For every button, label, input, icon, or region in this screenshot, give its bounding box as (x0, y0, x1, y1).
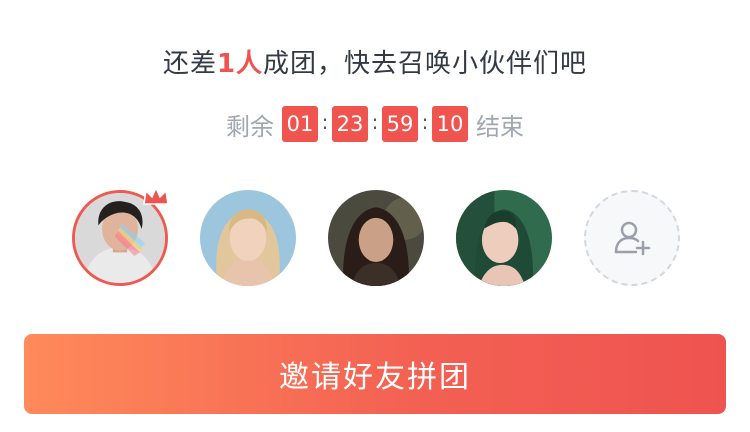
avatar-photo (456, 190, 552, 286)
avatar-member[interactable] (200, 190, 296, 286)
avatar-photo (328, 190, 424, 286)
avatar-member[interactable] (328, 190, 424, 286)
avatar-photo (200, 190, 296, 286)
member-avatars (0, 0, 750, 300)
crown-icon (143, 186, 169, 205)
invite-friends-button[interactable]: 邀请好友拼团 (24, 334, 726, 414)
add-user-icon (614, 221, 651, 256)
invite-slot[interactable] (584, 190, 680, 286)
avatar-member[interactable] (456, 190, 552, 286)
